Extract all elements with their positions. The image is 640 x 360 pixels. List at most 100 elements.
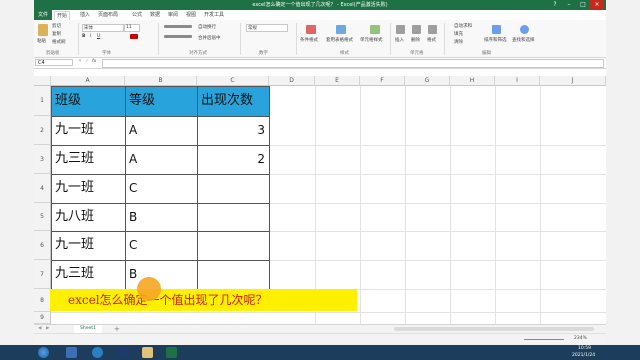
- copy-button[interactable]: 复制: [52, 31, 61, 37]
- underline-button[interactable]: U: [97, 34, 100, 39]
- delete-cells-button[interactable]: 删除: [411, 37, 420, 43]
- folder-icon[interactable]: [142, 347, 153, 358]
- column-header-a[interactable]: A: [51, 76, 125, 86]
- wrap-text-button[interactable]: 自动换行: [198, 24, 216, 30]
- zoom-slider[interactable]: [524, 339, 564, 340]
- row-header-3[interactable]: 3: [34, 145, 51, 174]
- format-cells-icon[interactable]: [428, 25, 437, 34]
- find-select-button[interactable]: 查找和选择: [512, 37, 535, 43]
- number-format-select[interactable]: 常规: [246, 24, 288, 32]
- tab-view[interactable]: 视图: [184, 11, 198, 20]
- help-button[interactable]: ?: [548, 0, 562, 10]
- table-cell-selected[interactable]: [197, 174, 269, 203]
- table-cell[interactable]: B: [125, 260, 197, 289]
- table-cell[interactable]: [197, 231, 269, 260]
- start-button-icon[interactable]: [38, 347, 49, 358]
- italic-button[interactable]: I: [90, 34, 91, 39]
- table-cell[interactable]: A: [125, 116, 197, 145]
- table-cell[interactable]: 九一班: [51, 116, 125, 145]
- column-header-b[interactable]: B: [125, 76, 197, 86]
- insert-cells-button[interactable]: 插入: [395, 37, 404, 43]
- paste-icon[interactable]: [38, 24, 48, 36]
- merge-center-button[interactable]: 合并后居中: [198, 35, 221, 41]
- table-cell[interactable]: C: [125, 231, 197, 260]
- table-cell[interactable]: 九一班: [51, 174, 125, 203]
- paste-button[interactable]: 粘贴: [37, 38, 46, 44]
- select-all-corner[interactable]: [34, 76, 51, 86]
- row-header-2[interactable]: 2: [34, 116, 51, 145]
- font-name-select[interactable]: 宋体: [82, 24, 124, 32]
- table-cell[interactable]: 九三班: [51, 260, 125, 289]
- font-size-select[interactable]: 11: [124, 24, 140, 32]
- row-header-6[interactable]: 6: [34, 231, 51, 260]
- format-painter-button[interactable]: 格式刷: [52, 39, 66, 45]
- column-header-f[interactable]: F: [360, 76, 405, 86]
- row-header-8[interactable]: 8: [34, 289, 51, 312]
- conditional-format-button[interactable]: 条件格式: [300, 37, 318, 43]
- next-sheet-icon[interactable]: ▶: [46, 326, 49, 331]
- zoom-level[interactable]: 234%: [574, 336, 587, 341]
- horizontal-scrollbar[interactable]: [394, 327, 594, 331]
- table-cell[interactable]: 3: [197, 116, 269, 145]
- cut-button[interactable]: 剪切: [52, 23, 61, 29]
- format-as-table-icon[interactable]: [336, 25, 346, 34]
- table-cell[interactable]: A: [125, 145, 197, 174]
- table-cell[interactable]: 九一班: [51, 231, 125, 260]
- row-header-1[interactable]: 1: [34, 86, 51, 116]
- maximize-button[interactable]: □: [576, 0, 590, 10]
- table-cell[interactable]: 九三班: [51, 145, 125, 174]
- tab-page-layout[interactable]: 页面布局: [96, 11, 120, 20]
- format-as-table-button[interactable]: 套用表格格式: [326, 37, 353, 43]
- row-header-4[interactable]: 4: [34, 174, 51, 203]
- explorer-icon[interactable]: [66, 347, 77, 358]
- format-cells-button[interactable]: 格式: [427, 37, 436, 43]
- table-cell[interactable]: C: [125, 174, 197, 203]
- font-color-icon[interactable]: [130, 34, 138, 39]
- tab-formulas[interactable]: 公式: [130, 11, 144, 20]
- column-header-j[interactable]: J: [540, 76, 606, 86]
- sort-filter-button[interactable]: 排序和筛选: [484, 37, 507, 43]
- row-header-7[interactable]: 7: [34, 260, 51, 289]
- tab-data[interactable]: 数据: [148, 11, 162, 20]
- name-box[interactable]: C4: [35, 59, 73, 66]
- tab-insert[interactable]: 插入: [78, 11, 92, 20]
- browser-icon[interactable]: [92, 347, 103, 358]
- cell-styles-button[interactable]: 单元格样式: [360, 37, 383, 43]
- column-header-d[interactable]: D: [269, 76, 315, 86]
- table-cell[interactable]: [197, 203, 269, 231]
- prev-sheet-icon[interactable]: ◀: [38, 326, 41, 331]
- table-cell[interactable]: 2: [197, 145, 269, 174]
- delete-cells-icon[interactable]: [412, 25, 421, 34]
- bold-button[interactable]: B: [82, 34, 85, 39]
- align-lines-icon[interactable]: [164, 25, 192, 28]
- table-cell[interactable]: [197, 260, 269, 289]
- minimize-button[interactable]: –: [562, 0, 576, 10]
- insert-cells-icon[interactable]: [396, 25, 405, 34]
- excel-taskbar-icon[interactable]: [166, 347, 177, 358]
- column-header-h[interactable]: H: [450, 76, 495, 86]
- insert-function-icon[interactable]: fx: [92, 59, 96, 64]
- table-header-grade[interactable]: 等级: [125, 86, 197, 116]
- column-header-c[interactable]: C: [197, 76, 269, 86]
- cell-styles-icon[interactable]: [370, 25, 380, 34]
- column-header-e[interactable]: E: [315, 76, 360, 86]
- enter-icon[interactable]: ✓: [85, 59, 89, 64]
- column-header-i[interactable]: I: [495, 76, 540, 86]
- formula-input[interactable]: [102, 59, 604, 68]
- tab-review[interactable]: 审阅: [166, 11, 180, 20]
- close-button[interactable]: ×: [590, 0, 604, 10]
- cancel-icon[interactable]: ✕: [78, 59, 82, 64]
- table-cell[interactable]: B: [125, 203, 197, 231]
- row-header-9[interactable]: 9: [34, 312, 51, 324]
- table-header-class[interactable]: 班级: [51, 86, 125, 116]
- table-cell[interactable]: 九八班: [51, 203, 125, 231]
- autosum-button[interactable]: 自动求和: [454, 23, 472, 29]
- photoshop-icon[interactable]: [118, 347, 129, 358]
- conditional-format-icon[interactable]: [306, 25, 316, 34]
- indent-lines-icon[interactable]: [164, 35, 192, 38]
- worksheet-grid[interactable]: A B C D E F G H I J 1 2 3 4 5 6 7 8 9 班级…: [34, 76, 606, 324]
- fill-button[interactable]: 填充: [454, 31, 463, 37]
- tab-file[interactable]: 文件: [34, 10, 52, 20]
- find-select-icon[interactable]: [520, 25, 529, 34]
- table-header-count[interactable]: 出现次数: [197, 86, 269, 116]
